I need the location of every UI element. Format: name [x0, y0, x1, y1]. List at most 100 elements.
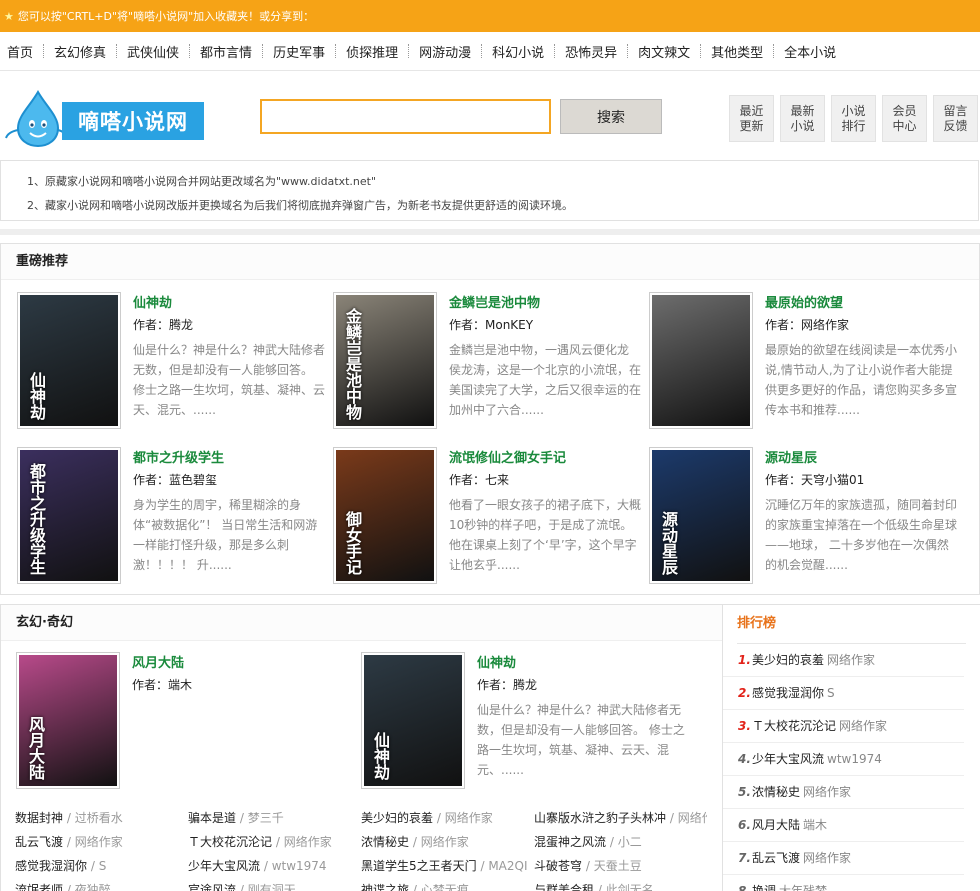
book-cover[interactable]: 都市之升级学生 [17, 447, 121, 584]
book-title[interactable]: 流氓修仙之御女手记 [449, 447, 566, 466]
ranking-book-author[interactable]: S [827, 686, 835, 700]
book-title[interactable]: 源动星辰 [765, 447, 817, 466]
book-link-title[interactable]: 数据封神 [15, 811, 63, 825]
book-link[interactable]: 数据封神 / 过桥看水 [15, 806, 188, 830]
book-link-author[interactable]: 网络作家 [421, 835, 469, 849]
ranking-book-author[interactable]: 网络作家 [839, 719, 887, 733]
book-link-title[interactable]: 混蛋神之风流 [534, 835, 606, 849]
book-link-title[interactable]: 骗本是道 [188, 811, 236, 825]
nav-item[interactable]: 都市言情 [200, 42, 252, 61]
book-cover[interactable]: 风月大陆 [16, 652, 120, 789]
ranking-item[interactable]: 3.Ｔ大校花沉沦记 网络作家 [723, 710, 964, 743]
book-link-author[interactable]: 小二 [618, 835, 642, 849]
ranking-book-author[interactable]: wtw1974 [827, 752, 882, 766]
ranking-item[interactable]: 2.感觉我湿润你 S [723, 677, 964, 710]
ranking-item[interactable]: 7.乱云飞渡 网络作家 [723, 842, 964, 875]
ranking-book-title[interactable]: Ｔ大校花沉沦记 [752, 719, 836, 733]
ranking-book-author[interactable]: 网络作家 [803, 785, 851, 799]
book-title[interactable]: 都市之升级学生 [133, 447, 224, 466]
book-link[interactable]: 浓情秘史 / 网络作家 [361, 830, 534, 854]
ranking-book-title[interactable]: 风月大陆 [752, 818, 800, 832]
book-link[interactable]: 感觉我湿润你 / S [15, 854, 188, 878]
nav-item[interactable]: 网游动漫 [419, 42, 471, 61]
ranking-book-author[interactable]: 大年残梦 [779, 884, 827, 891]
book-link[interactable]: 混蛋神之风流 / 小二 [534, 830, 707, 854]
quick-link-recent-updates[interactable]: 最近更新 [729, 95, 774, 142]
book-link[interactable]: 少年大宝风流 / wtw1974 [188, 854, 361, 878]
book-link-author[interactable]: 网络作家 [75, 835, 123, 849]
ranking-book-author[interactable]: 网络作家 [803, 851, 851, 865]
book-cover[interactable]: 源动星辰 [649, 447, 753, 584]
book-link-title[interactable]: 神谍之旅 [361, 883, 409, 891]
book-link-title[interactable]: 流氓老师 [15, 883, 63, 891]
book-link-author[interactable]: 此剑无名 [606, 883, 654, 891]
book-link[interactable]: 骗本是道 / 梦三千 [188, 806, 361, 830]
ranking-book-title[interactable]: 浓情秘史 [752, 785, 800, 799]
book-cover[interactable]: 仙神劫 [361, 652, 465, 789]
book-link[interactable]: 山寨版水浒之豹子头林冲 / 网络作 [534, 806, 707, 830]
book-link[interactable]: 美少妇的哀羞 / 网络作家 [361, 806, 534, 830]
quick-link-feedback[interactable]: 留言反馈 [933, 95, 978, 142]
nav-item[interactable]: 侦探推理 [346, 42, 398, 61]
book-link-title[interactable]: 山寨版水浒之豹子头林冲 [534, 811, 666, 825]
nav-item[interactable]: 其他类型 [711, 42, 763, 61]
book-link-title[interactable]: 乱云飞渡 [15, 835, 63, 849]
nav-item[interactable]: 全本小说 [784, 42, 836, 61]
book-title[interactable]: 仙神劫 [133, 292, 172, 311]
book-title[interactable]: 金鳞岂是池中物 [449, 292, 540, 311]
search-input[interactable] [260, 99, 551, 134]
book-link-author[interactable]: MA2QI [488, 859, 527, 873]
book-link-title[interactable]: 感觉我湿润你 [15, 859, 87, 873]
ranking-item[interactable]: 1.美少妇的哀羞 网络作家 [723, 644, 964, 677]
search-button[interactable]: 搜索 [560, 99, 662, 134]
book-cover[interactable]: 金鳞岂是池中物 [333, 292, 437, 429]
ranking-book-author[interactable]: 网络作家 [827, 653, 875, 667]
book-title[interactable]: 最原始的欲望 [765, 292, 843, 311]
book-link-title[interactable]: 斗破苍穹 [534, 859, 582, 873]
ranking-book-title[interactable]: 乱云飞渡 [752, 851, 800, 865]
nav-item[interactable]: 历史军事 [273, 42, 325, 61]
book-link[interactable]: 黑道学生5之王者天门 / MA2QI [361, 854, 534, 878]
book-link-author[interactable]: S [99, 859, 107, 873]
book-link-author[interactable]: 天蚕土豆 [594, 859, 642, 873]
book-link-author[interactable]: 过桥看水 [75, 811, 123, 825]
book-link[interactable]: 神谍之旅 / 心梦无痕 [361, 878, 534, 891]
ranking-book-author[interactable]: 端木 [803, 818, 827, 832]
book-link-author[interactable]: 网络作 [678, 811, 707, 825]
book-link-title[interactable]: Ｔ大校花沉沦记 [188, 835, 272, 849]
book-cover[interactable]: 仙神劫 [17, 292, 121, 429]
nav-item[interactable]: 武侠仙侠 [127, 42, 179, 61]
book-link-author[interactable]: 刚有洞天 [248, 883, 296, 891]
book-link-title[interactable]: 与群美合租 [534, 883, 594, 891]
ranking-item[interactable]: 8.换调 大年残梦 [723, 875, 964, 891]
book-cover[interactable] [649, 292, 753, 429]
book-title[interactable]: 风月大陆 [132, 652, 184, 671]
book-cover[interactable]: 御女手记 [333, 447, 437, 584]
book-link-author[interactable]: 梦三千 [248, 811, 284, 825]
book-link-author[interactable]: wtw1974 [272, 859, 327, 873]
ranking-item[interactable]: 4.少年大宝风流 wtw1974 [723, 743, 964, 776]
book-link-author[interactable]: 网络作家 [284, 835, 332, 849]
book-link-title[interactable]: 美少妇的哀羞 [361, 811, 433, 825]
book-link-author[interactable]: 夜独醉 [75, 883, 111, 891]
book-link-title[interactable]: 浓情秘史 [361, 835, 409, 849]
nav-item[interactable]: 首页 [7, 42, 33, 61]
book-link-title[interactable]: 黑道学生5之王者天门 [361, 859, 477, 873]
book-link-title[interactable]: 少年大宝风流 [188, 859, 260, 873]
nav-item[interactable]: 科幻小说 [492, 42, 544, 61]
ranking-book-title[interactable]: 换调 [752, 884, 776, 891]
ranking-item[interactable]: 6.风月大陆 端木 [723, 809, 964, 842]
book-link[interactable]: 流氓老师 / 夜独醉 [15, 878, 188, 891]
ranking-book-title[interactable]: 美少妇的哀羞 [752, 653, 824, 667]
quick-link-ranking[interactable]: 小说排行 [831, 95, 876, 142]
quick-link-member-center[interactable]: 会员中心 [882, 95, 927, 142]
book-title[interactable]: 仙神劫 [477, 652, 516, 671]
nav-item[interactable]: 肉文辣文 [638, 42, 690, 61]
nav-item[interactable]: 恐怖灵异 [565, 42, 617, 61]
book-link[interactable]: 乱云飞渡 / 网络作家 [15, 830, 188, 854]
nav-item[interactable]: 玄幻修真 [54, 42, 106, 61]
book-link-author[interactable]: 心梦无痕 [421, 883, 469, 891]
book-link-author[interactable]: 网络作家 [445, 811, 493, 825]
book-link-title[interactable]: 官途风流 [188, 883, 236, 891]
book-link[interactable]: 官途风流 / 刚有洞天 [188, 878, 361, 891]
